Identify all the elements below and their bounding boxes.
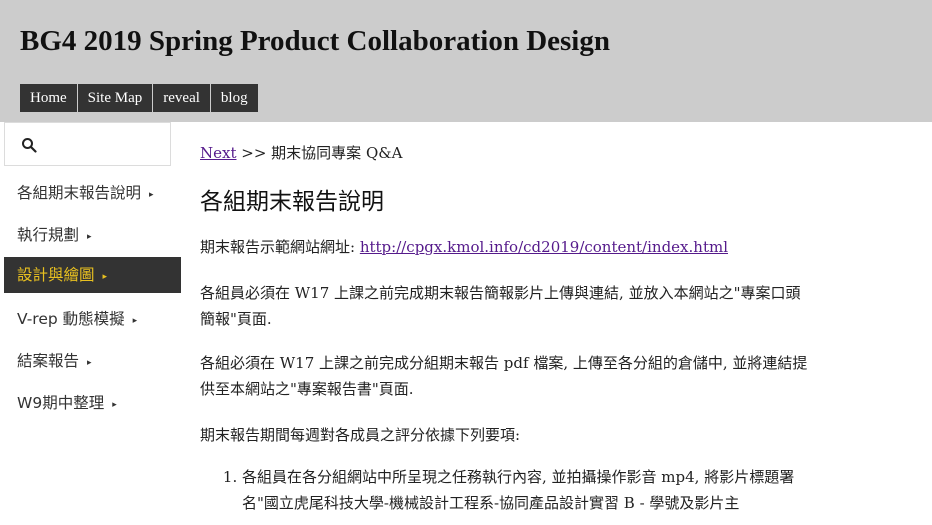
sidebar-item-vrep[interactable]: V-rep 動態模擬 ▸ [4,301,181,337]
nav-home[interactable]: Home [20,84,77,112]
caret-right-icon: ▸ [149,190,154,200]
sidebar-item-closing-report[interactable]: 結案報告 ▸ [4,343,181,379]
example-site-paragraph: 期末報告示範網站網址: http://cpgx.kmol.info/cd2019… [200,234,810,260]
page-title: 各組期末報告說明 [200,189,384,215]
sidebar-item-label: 設計與繪圖 [17,266,95,284]
sidebar-item-label: W9期中整理 [17,394,105,412]
top-nav: Home Site Map reveal blog [20,84,259,112]
sidebar-item-design-drawing[interactable]: 設計與繪圖 ▸ [4,257,181,293]
caret-right-icon: ▸ [132,316,138,326]
sidebar-item-w9-midterm[interactable]: W9期中整理 ▸ [4,385,181,421]
caret-right-icon: ▸ [87,358,92,368]
paragraph-pdf-upload: 各組必須在 W17 上課之前完成分組期末報告 pdf 檔案, 上傳至各分組的倉儲… [200,354,808,398]
sidebar-item-label: 執行規劃 [17,226,80,244]
caret-right-icon: ▸ [102,272,108,282]
nav-site-map[interactable]: Site Map [77,84,153,112]
paragraph-grading-criteria: 期末報告期間每週對各成員之評分依據下列要項: [200,426,521,444]
sidebar-item-label: V-rep 動態模擬 [17,310,125,328]
nav-blog[interactable]: blog [210,84,258,112]
site-header: BG4 2019 Spring Product Collaboration De… [0,0,932,122]
sidebar-item-planning[interactable]: 執行規劃 ▸ [4,217,181,253]
paragraph-video-upload: 各組員必須在 W17 上課之前完成期末報告簡報影片上傳與連結, 並放入本網站之"… [200,284,801,328]
site-title: BG4 2019 Spring Product Collaboration De… [20,25,610,57]
sidebar-item-final-report[interactable]: 各組期末報告說明 ▸ [4,175,181,211]
list-item: 各組員在各分組網站中所呈現之任務執行內容, 並拍攝操作影音 mp4, 將影片標題… [242,464,810,516]
caret-right-icon: ▸ [112,400,117,410]
example-site-label: 期末報告示範網站網址: [200,238,360,256]
sidebar-item-label: 各組期末報告說明 [17,184,142,202]
nav-reveal[interactable]: reveal [153,84,210,112]
example-site-link[interactable]: http://cpgx.kmol.info/cd2019/content/ind… [360,238,728,256]
breadcrumb: Next >> 期末協同專案 Q&A [200,142,402,163]
next-link[interactable]: Next [200,144,237,162]
requirements-list: 各組員在各分組網站中所呈現之任務執行內容, 並拍攝操作影音 mp4, 將影片標題… [200,464,810,516]
breadcrumb-text: >> 期末協同專案 Q&A [236,144,403,162]
sidebar-item-label: 結案報告 [17,352,80,370]
search-input[interactable] [4,122,171,166]
caret-right-icon: ▸ [87,232,92,242]
search-icon[interactable] [21,137,37,153]
